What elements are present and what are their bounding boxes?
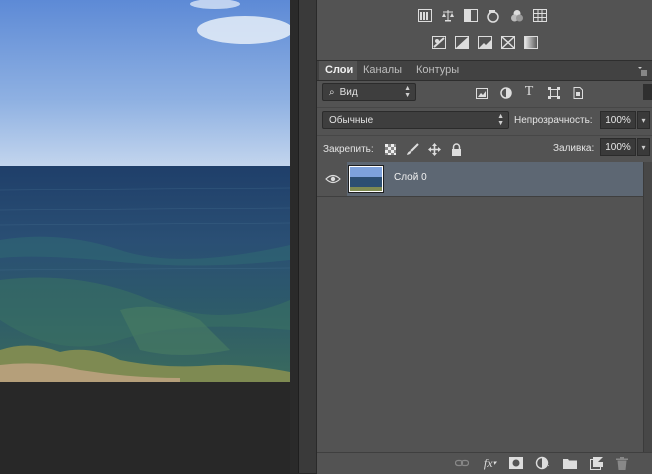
lock-label: Закрепить: bbox=[323, 144, 374, 155]
brightness-contrast-icon[interactable] bbox=[417, 8, 432, 23]
layer-name[interactable]: Слой 0 bbox=[394, 172, 427, 183]
fill-input[interactable]: 100% bbox=[600, 138, 636, 156]
type-layer-filter-icon[interactable]: T bbox=[522, 84, 536, 99]
panel-menu-icon[interactable] bbox=[637, 64, 647, 76]
filter-kind-select[interactable]: ⌕ Вид ▲ ▼ bbox=[322, 83, 416, 101]
new-adjustment-icon[interactable] bbox=[535, 456, 549, 470]
vibrance-icon[interactable] bbox=[509, 8, 524, 23]
filter-toggle[interactable] bbox=[643, 84, 652, 100]
threshold-icon[interactable] bbox=[477, 35, 492, 50]
new-layer-icon[interactable] bbox=[589, 456, 603, 470]
selective-color-icon[interactable] bbox=[500, 35, 515, 50]
sea-photo bbox=[0, 0, 290, 382]
delete-layer-icon[interactable] bbox=[615, 456, 629, 470]
lock-all-icon[interactable] bbox=[449, 142, 463, 156]
opacity-slider-arrow[interactable]: ▾ bbox=[637, 111, 650, 129]
lock-position-icon[interactable] bbox=[427, 142, 441, 156]
document-canvas[interactable] bbox=[0, 0, 298, 473]
fx-icon[interactable]: fx ▾ bbox=[481, 456, 499, 470]
smart-object-filter-icon[interactable] bbox=[571, 86, 585, 100]
fill-label: Заливка: bbox=[553, 143, 595, 154]
invert-icon[interactable] bbox=[431, 35, 446, 50]
layers-scrollbar[interactable] bbox=[643, 162, 652, 452]
shape-layer-filter-icon[interactable] bbox=[547, 86, 561, 100]
lock-row: Закрепить: Заливка: 100% ▾ bbox=[317, 135, 652, 163]
canvas-edge bbox=[290, 0, 298, 473]
posterize-icon[interactable] bbox=[454, 35, 469, 50]
adjustments-panel bbox=[317, 0, 652, 61]
adjustment-layer-filter-icon[interactable] bbox=[499, 86, 513, 100]
tab-layers[interactable]: Слои bbox=[319, 61, 357, 80]
link-layers-icon[interactable] bbox=[455, 456, 469, 470]
opacity-input[interactable]: 100% bbox=[600, 111, 636, 129]
color-lookup-icon[interactable] bbox=[532, 8, 547, 23]
panel-dock-divider[interactable] bbox=[298, 0, 317, 473]
layers-panel: Слои Каналы Контуры ⌕ Вид ▲ ▼ T Обычные ▲ bbox=[316, 0, 652, 474]
filter-kind-value: Вид bbox=[339, 87, 358, 98]
lock-transparency-icon[interactable] bbox=[383, 142, 397, 156]
gradient-map-icon[interactable] bbox=[523, 35, 538, 50]
lock-paint-icon[interactable] bbox=[405, 142, 419, 156]
blend-row: Обычные ▲ ▼ Непрозрачность: 100% ▾ bbox=[317, 107, 652, 136]
curves-icon[interactable] bbox=[463, 8, 478, 23]
select-arrows-icon: ▲ ▼ bbox=[404, 85, 411, 99]
opacity-label: Непрозрачность: bbox=[514, 115, 593, 126]
adjustments-row-2 bbox=[431, 35, 538, 50]
pixel-layer-filter-icon[interactable] bbox=[475, 86, 489, 100]
layers-bottom-bar: fx ▾ bbox=[317, 452, 652, 474]
layer-row[interactable]: Слой 0 bbox=[317, 162, 643, 197]
tab-channels[interactable]: Каналы bbox=[363, 61, 402, 80]
new-group-icon[interactable] bbox=[563, 456, 577, 470]
fill-slider-arrow[interactable]: ▾ bbox=[637, 138, 650, 156]
layers-list: Слой 0 bbox=[317, 162, 643, 452]
select-arrows-icon: ▲ ▼ bbox=[497, 113, 504, 127]
search-icon: ⌕ bbox=[329, 87, 335, 98]
filter-row: ⌕ Вид ▲ ▼ T bbox=[317, 80, 652, 108]
blend-mode-select[interactable]: Обычные ▲ ▼ bbox=[322, 111, 509, 129]
exposure-icon[interactable] bbox=[486, 8, 501, 23]
add-mask-icon[interactable] bbox=[509, 456, 523, 470]
tab-paths[interactable]: Контуры bbox=[416, 61, 459, 80]
layer-thumbnail[interactable] bbox=[348, 165, 384, 193]
blend-mode-value: Обычные bbox=[329, 115, 374, 126]
levels-icon[interactable] bbox=[440, 8, 455, 23]
panel-tabs: Слои Каналы Контуры bbox=[317, 61, 652, 81]
eye-icon[interactable] bbox=[325, 172, 341, 186]
adjustments-row-1 bbox=[417, 8, 547, 23]
